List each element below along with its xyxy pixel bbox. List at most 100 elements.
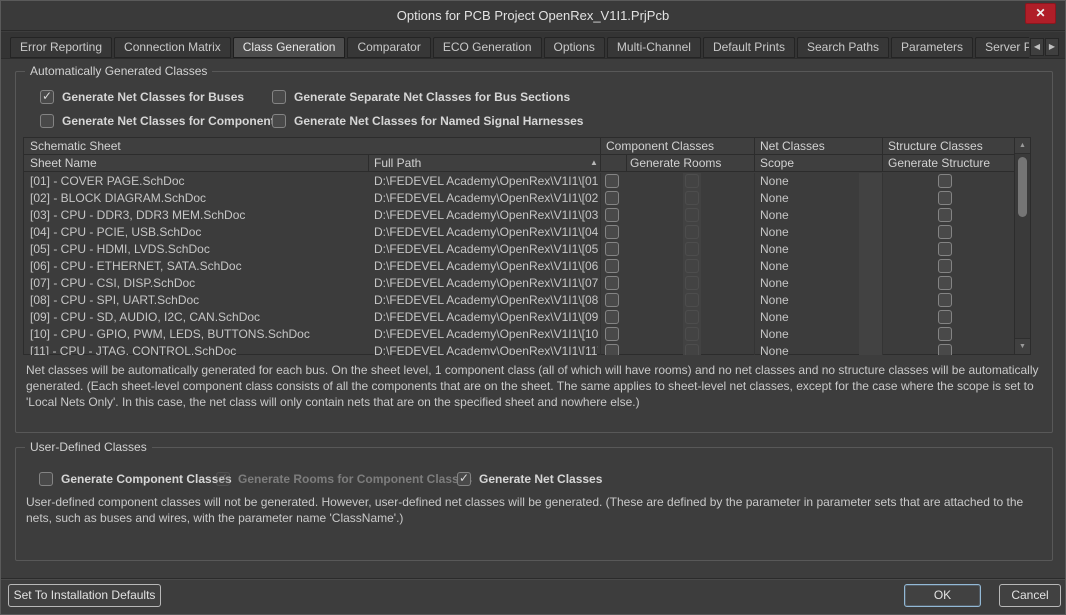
- component-class-checkbox[interactable]: [605, 191, 619, 205]
- scroll-up-icon: ▲: [1019, 142, 1026, 149]
- generate-structure-checkbox[interactable]: [938, 174, 952, 188]
- component-class-checkbox[interactable]: [605, 310, 619, 324]
- close-button[interactable]: ✕: [1025, 3, 1056, 24]
- table-vertical-scrollbar[interactable]: ▲ ▼: [1014, 138, 1030, 354]
- checkbox-box[interactable]: [272, 90, 286, 104]
- checkbox-label: Generate Rooms for Component Classes: [238, 472, 472, 487]
- table-row[interactable]: [01] - COVER PAGE.SchDoc D:\FEDEVEL Acad…: [24, 173, 1015, 190]
- scope-cell[interactable]: None: [760, 275, 856, 292]
- component-class-checkbox[interactable]: [605, 293, 619, 307]
- scrollbar-thumb[interactable]: [1018, 157, 1027, 217]
- user-group-description: User-defined component classes will not …: [26, 494, 1046, 526]
- generate-rooms-checkbox[interactable]: [685, 259, 699, 273]
- checkbox-box[interactable]: [40, 90, 54, 104]
- table-row[interactable]: [02] - BLOCK DIAGRAM.SchDoc D:\FEDEVEL A…: [24, 190, 1015, 207]
- generate-rooms-checkbox[interactable]: [685, 225, 699, 239]
- sheet-name-cell: [06] - CPU - ETHERNET, SATA.SchDoc: [30, 258, 366, 275]
- component-class-checkbox[interactable]: [605, 344, 619, 355]
- tab-parameters[interactable]: Parameters: [891, 37, 973, 58]
- table-row[interactable]: [04] - CPU - PCIE, USB.SchDoc D:\FEDEVEL…: [24, 224, 1015, 241]
- full-path-cell: D:\FEDEVEL Academy\OpenRex\V1I1\[02] - B…: [374, 190, 598, 207]
- checkbox-box[interactable]: [40, 114, 54, 128]
- full-path-cell: D:\FEDEVEL Academy\OpenRex\V1I1\[03] - C…: [374, 207, 598, 224]
- checkbox-box[interactable]: [39, 472, 53, 486]
- scrollbar-down-button[interactable]: ▼: [1015, 338, 1030, 354]
- scope-cell[interactable]: None: [760, 343, 856, 355]
- component-class-checkbox[interactable]: [605, 276, 619, 290]
- generate-structure-checkbox[interactable]: [938, 310, 952, 324]
- tab-comparator[interactable]: Comparator: [347, 37, 430, 58]
- scope-cell[interactable]: None: [760, 326, 856, 343]
- scope-cell[interactable]: None: [760, 241, 856, 258]
- component-class-checkbox[interactable]: [605, 327, 619, 341]
- scope-cell[interactable]: None: [760, 190, 856, 207]
- ok-button[interactable]: OK: [904, 584, 981, 607]
- table-row[interactable]: [09] - CPU - SD, AUDIO, I2C, CAN.SchDoc …: [24, 309, 1015, 326]
- component-class-checkbox[interactable]: [605, 259, 619, 273]
- component-class-checkbox[interactable]: [605, 225, 619, 239]
- header-generate-structure[interactable]: Generate Structure: [888, 155, 990, 171]
- table-row[interactable]: [11] - CPU - JTAG, CONTROL.SchDoc D:\FED…: [24, 343, 1015, 355]
- generate-structure-checkbox[interactable]: [938, 293, 952, 307]
- generate-structure-checkbox[interactable]: [938, 225, 952, 239]
- generate-structure-checkbox[interactable]: [938, 327, 952, 341]
- generate-structure-checkbox[interactable]: [938, 344, 952, 355]
- checkbox-box[interactable]: [272, 114, 286, 128]
- generate-rooms-checkbox[interactable]: [685, 344, 699, 355]
- generate-rooms-checkbox[interactable]: [685, 310, 699, 324]
- header-full-path[interactable]: Full Path: [374, 155, 421, 171]
- header-sheet-name[interactable]: Sheet Name: [30, 155, 97, 171]
- user-defined-classes-group: User-Defined Classes Generate Component …: [15, 447, 1053, 561]
- generate-rooms-checkbox[interactable]: [685, 191, 699, 205]
- set-installation-defaults-button[interactable]: Set To Installation Defaults: [8, 584, 161, 607]
- tab-search-paths[interactable]: Search Paths: [797, 37, 889, 58]
- table-row[interactable]: [10] - CPU - GPIO, PWM, LEDS, BUTTONS.Sc…: [24, 326, 1015, 343]
- table-row[interactable]: [05] - CPU - HDMI, LVDS.SchDoc D:\FEDEVE…: [24, 241, 1015, 258]
- tab-default-prints[interactable]: Default Prints: [703, 37, 795, 58]
- generate-rooms-checkbox[interactable]: [685, 293, 699, 307]
- generate-rooms-checkbox[interactable]: [685, 327, 699, 341]
- table-row[interactable]: [07] - CPU - CSI, DISP.SchDoc D:\FEDEVEL…: [24, 275, 1015, 292]
- generate-structure-checkbox[interactable]: [938, 208, 952, 222]
- table-sub-header-row: Sheet Name Full Path ▲ Generate Rooms Sc…: [24, 155, 1015, 172]
- generate-structure-checkbox[interactable]: [938, 259, 952, 273]
- scope-cell[interactable]: None: [760, 224, 856, 241]
- scope-cell[interactable]: None: [760, 258, 856, 275]
- component-class-checkbox[interactable]: [605, 242, 619, 256]
- tab-class-generation[interactable]: Class Generation: [233, 37, 346, 58]
- header-generate-rooms[interactable]: Generate Rooms: [630, 155, 721, 171]
- scrollbar-up-button[interactable]: ▲: [1015, 138, 1030, 154]
- tab-connection-matrix[interactable]: Connection Matrix: [114, 37, 231, 58]
- table-row[interactable]: [06] - CPU - ETHERNET, SATA.SchDoc D:\FE…: [24, 258, 1015, 275]
- generate-rooms-checkbox[interactable]: [685, 208, 699, 222]
- sheet-name-cell: [10] - CPU - GPIO, PWM, LEDS, BUTTONS.Sc…: [30, 326, 366, 343]
- tab-scroll-right-button[interactable]: ▶: [1045, 38, 1059, 56]
- generate-structure-checkbox[interactable]: [938, 242, 952, 256]
- checkbox-label: Generate Net Classes: [479, 472, 602, 487]
- component-class-checkbox[interactable]: [605, 208, 619, 222]
- header-scope[interactable]: Scope: [760, 155, 794, 171]
- scope-cell[interactable]: None: [760, 309, 856, 326]
- user-group-title: User-Defined Classes: [25, 440, 152, 454]
- tab-server-parameters[interactable]: Server Parameters: [975, 37, 1029, 58]
- cancel-button[interactable]: Cancel: [999, 584, 1061, 607]
- scope-cell[interactable]: None: [760, 207, 856, 224]
- tab-scroll-left-button[interactable]: ◀: [1030, 38, 1044, 56]
- table-row[interactable]: [08] - CPU - SPI, UART.SchDoc D:\FEDEVEL…: [24, 292, 1015, 309]
- tab-eco-generation[interactable]: ECO Generation: [433, 37, 542, 58]
- table-row[interactable]: [03] - CPU - DDR3, DDR3 MEM.SchDoc D:\FE…: [24, 207, 1015, 224]
- generate-rooms-checkbox[interactable]: [685, 276, 699, 290]
- scope-cell[interactable]: None: [760, 173, 856, 190]
- generate-rooms-checkbox[interactable]: [685, 242, 699, 256]
- generate-rooms-checkbox[interactable]: [685, 174, 699, 188]
- tab-multi-channel[interactable]: Multi-Channel: [607, 37, 701, 58]
- generate-structure-checkbox[interactable]: [938, 191, 952, 205]
- close-icon: ✕: [1035, 6, 1045, 20]
- checkbox-box[interactable]: [457, 472, 471, 486]
- component-class-checkbox[interactable]: [605, 174, 619, 188]
- tab-error-reporting[interactable]: Error Reporting: [10, 37, 112, 58]
- tab-options[interactable]: Options: [544, 37, 605, 58]
- checkbox-box[interactable]: [216, 472, 230, 486]
- scope-cell[interactable]: None: [760, 292, 856, 309]
- generate-structure-checkbox[interactable]: [938, 276, 952, 290]
